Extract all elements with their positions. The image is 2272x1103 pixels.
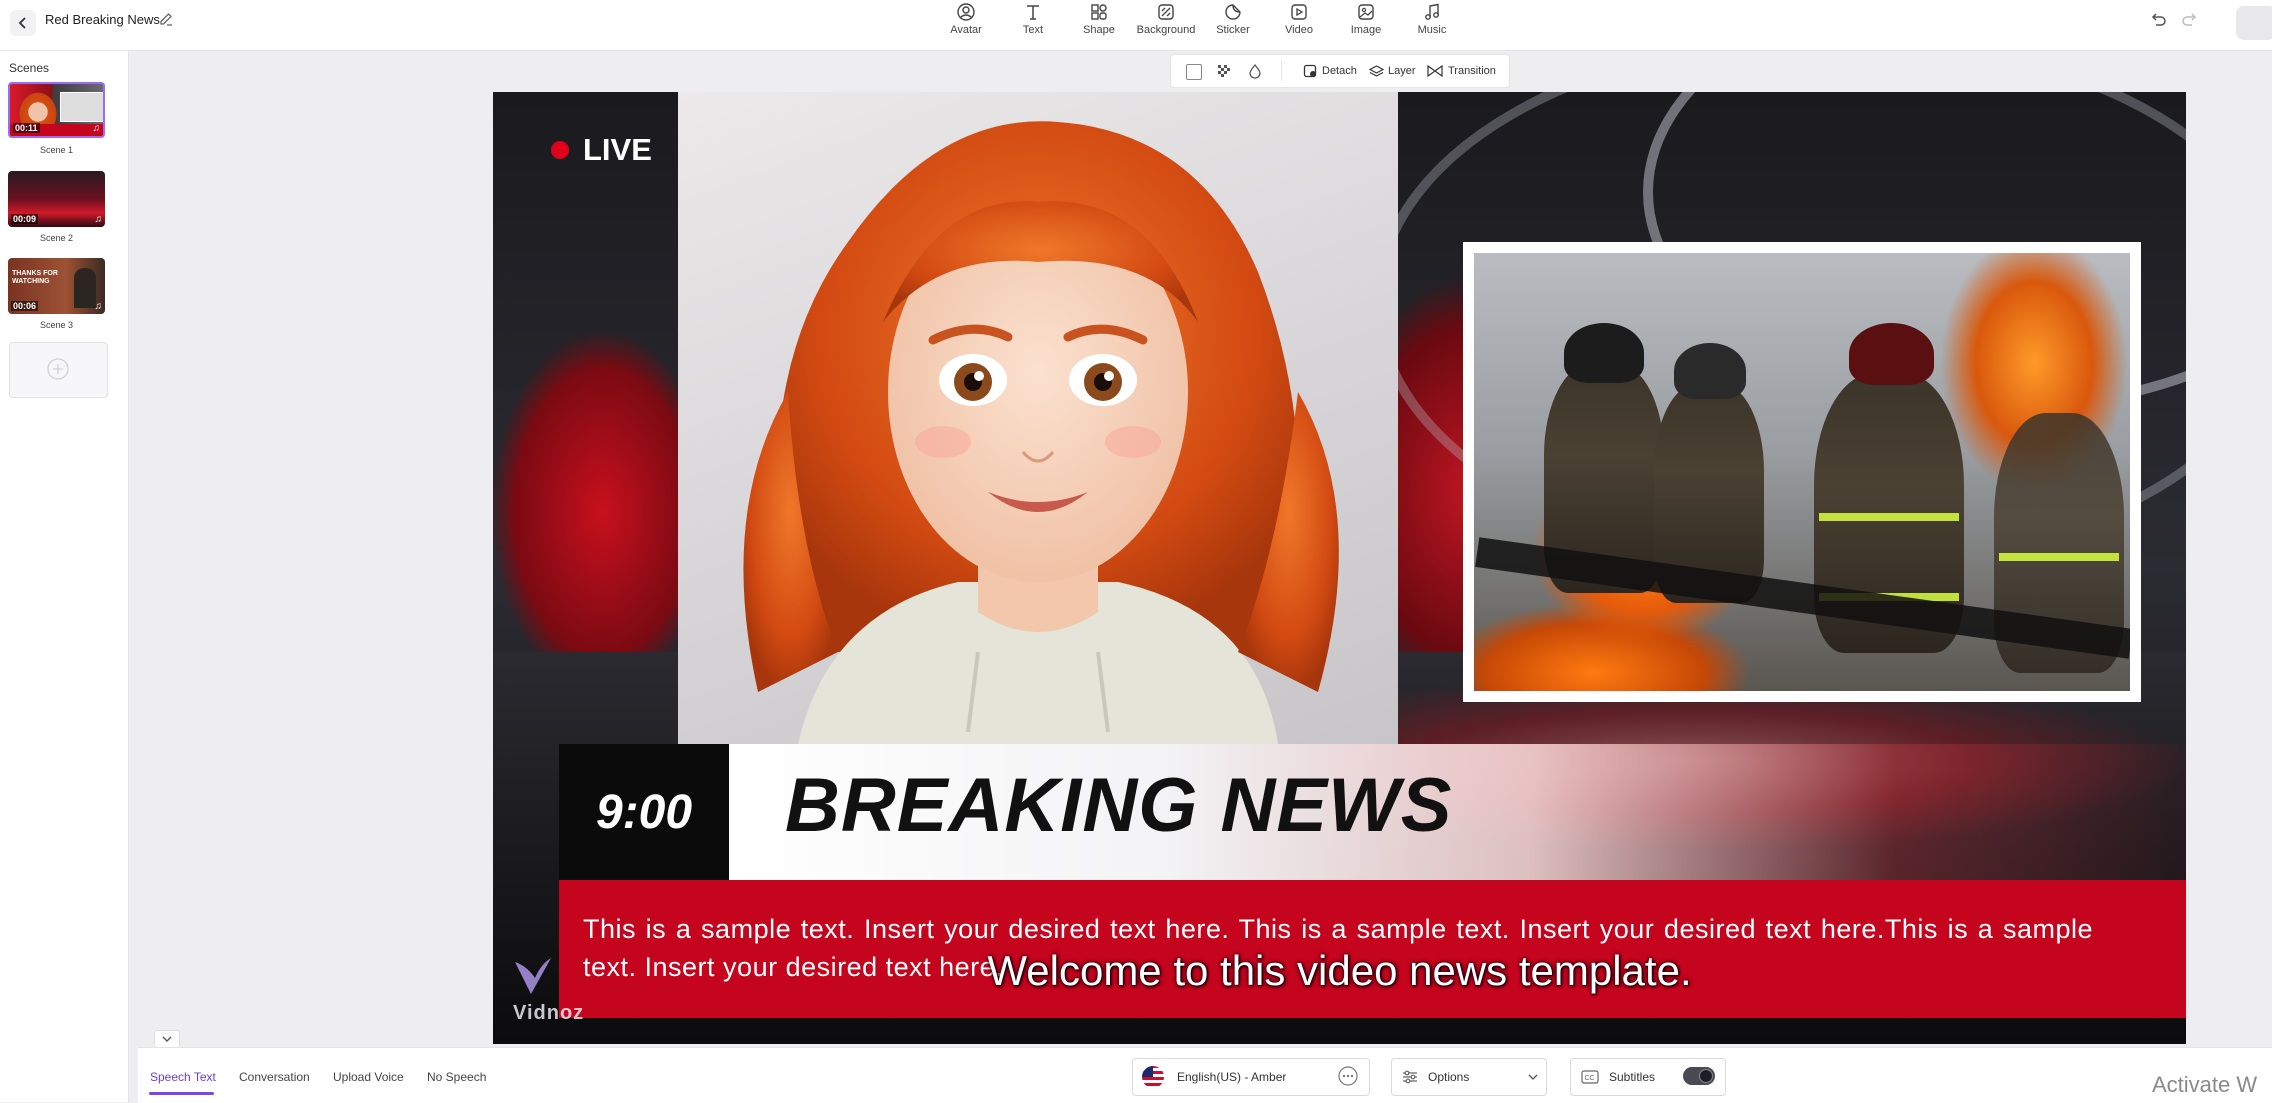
closed-caption-icon: CC [1581,1070,1599,1084]
redo-icon[interactable] [2180,10,2200,35]
subtitles-toggle[interactable] [1683,1067,1715,1085]
transition-button[interactable]: Transition [1427,64,1496,78]
tab-conversation[interactable]: Conversation [239,1070,310,1084]
scene-thumb-1[interactable]: 00:11 ♫ [8,82,105,138]
scene-thumb-text: THANKS FOR WATCHING [12,270,58,285]
music-note-icon: ♫ [92,123,101,134]
tool-video[interactable]: Video [1269,2,1329,36]
music-note-icon: ♫ [94,301,103,312]
activate-windows-watermark: Activate W [2152,1072,2258,1097]
tool-music-label: Music [1417,24,1447,36]
active-tab-indicator [149,1092,214,1095]
subtitles-label: Subtitles [1609,1070,1656,1084]
tool-image-label: Image [1350,24,1382,36]
avatar-image[interactable] [678,92,1398,744]
tab-upload-voice[interactable]: Upload Voice [333,1070,404,1084]
live-label: LIVE [583,132,652,167]
transition-icon [1427,64,1443,78]
tool-avatar[interactable]: Avatar [936,2,996,36]
scene-label: Scene 3 [39,320,74,330]
tool-shape[interactable]: Shape [1069,2,1129,36]
subtitle-caption: Welcome to this video news template. [987,947,1692,994]
music-note-icon: ♫ [94,214,103,225]
layer-button[interactable]: Layer [1369,64,1416,78]
text-icon [1027,5,1039,20]
chevron-left-icon [18,17,26,29]
add-scene-button[interactable] [9,342,108,398]
vidnoz-logo-icon [511,954,555,1003]
background-icon [1158,4,1174,20]
transition-label: Transition [1448,65,1496,77]
svg-text:CC: CC [1585,1075,1595,1082]
voice-name: English(US) - Amber [1177,1070,1287,1084]
tool-sticker[interactable]: Sticker [1203,2,1263,36]
plus-circle-icon [47,358,69,380]
shape-icon [1091,4,1107,20]
news-photo-frame[interactable] [1463,242,2141,702]
tool-text-label: Text [1022,24,1044,36]
scene-duration: 00:09 [11,214,39,224]
fill-color-swatch[interactable] [1186,64,1202,80]
layer-label: Layer [1388,65,1416,77]
video-canvas[interactable]: LIVE BREAKING NEWS 9:00 This is a sample… [493,92,2186,1044]
options-label: Options [1428,1070,1470,1084]
scene-thumb-2[interactable]: 00:09 ♫ [8,171,105,227]
scene-label: Scene 2 [39,233,74,243]
scene-duration: 00:11 [13,123,40,133]
opacity-drop-icon[interactable] [1247,63,1263,82]
subtitles-control: CC Subtitles [1570,1058,1726,1096]
collapse-panel-button[interactable] [154,1030,180,1048]
sliders-icon [1403,1070,1417,1084]
transparency-icon[interactable] [1216,63,1232,82]
detach-label: Detach [1322,65,1357,77]
account-button[interactable] [2236,6,2272,40]
avatar-icon [957,3,975,21]
firefighters-photo [1474,253,2130,691]
watermark-text: Vidnoz [513,1002,585,1024]
tab-no-speech[interactable]: No Speech [427,1070,486,1084]
tool-sticker-label: Sticker [1216,24,1250,36]
tool-video-label: Video [1285,24,1313,36]
scenes-heading: Scenes [9,61,50,75]
scene-duration: 00:06 [11,301,39,311]
tool-text[interactable]: Text [1003,2,1063,36]
project-title[interactable]: Red Breaking News [45,12,160,27]
tool-music[interactable]: Music [1402,2,1462,36]
scene-thumb-3[interactable]: THANKS FOR WATCHING 00:06 ♫ [8,258,105,314]
live-indicator: LIVE [551,132,652,168]
tab-speech-text[interactable]: Speech Text [150,1070,216,1084]
detach-icon [1303,64,1317,78]
tool-avatar-label: Avatar [950,24,982,36]
edit-title-icon[interactable] [158,11,174,32]
live-dot-icon [551,141,569,159]
tool-background[interactable]: Background [1136,2,1196,36]
tool-shape-label: Shape [1083,24,1115,36]
image-icon [1358,4,1374,20]
sticker-icon [1225,4,1241,20]
video-icon [1291,4,1307,20]
layers-icon [1369,65,1384,77]
element-toolbar: Detach Layer Transition [1170,54,1510,88]
chevron-down-icon [1528,1074,1538,1080]
voice-selector[interactable]: English(US) - Amber [1132,1058,1370,1096]
tool-image[interactable]: Image [1336,2,1396,36]
detach-button[interactable]: Detach [1303,64,1357,78]
tool-background-label: Background [1136,24,1196,36]
avatar-illustration [743,121,1339,744]
time-display[interactable]: 9:00 [559,744,729,880]
headline-text[interactable]: BREAKING NEWS [785,762,1452,849]
chevron-down-icon [162,1036,172,1042]
more-options-icon[interactable] [1337,1065,1359,1087]
undo-icon[interactable] [2148,10,2168,35]
music-icon [1425,3,1439,20]
back-button[interactable] [10,10,36,36]
scene-label: Scene 1 [39,145,74,155]
us-flag-icon [1142,1066,1164,1088]
options-dropdown[interactable]: Options [1391,1058,1547,1096]
